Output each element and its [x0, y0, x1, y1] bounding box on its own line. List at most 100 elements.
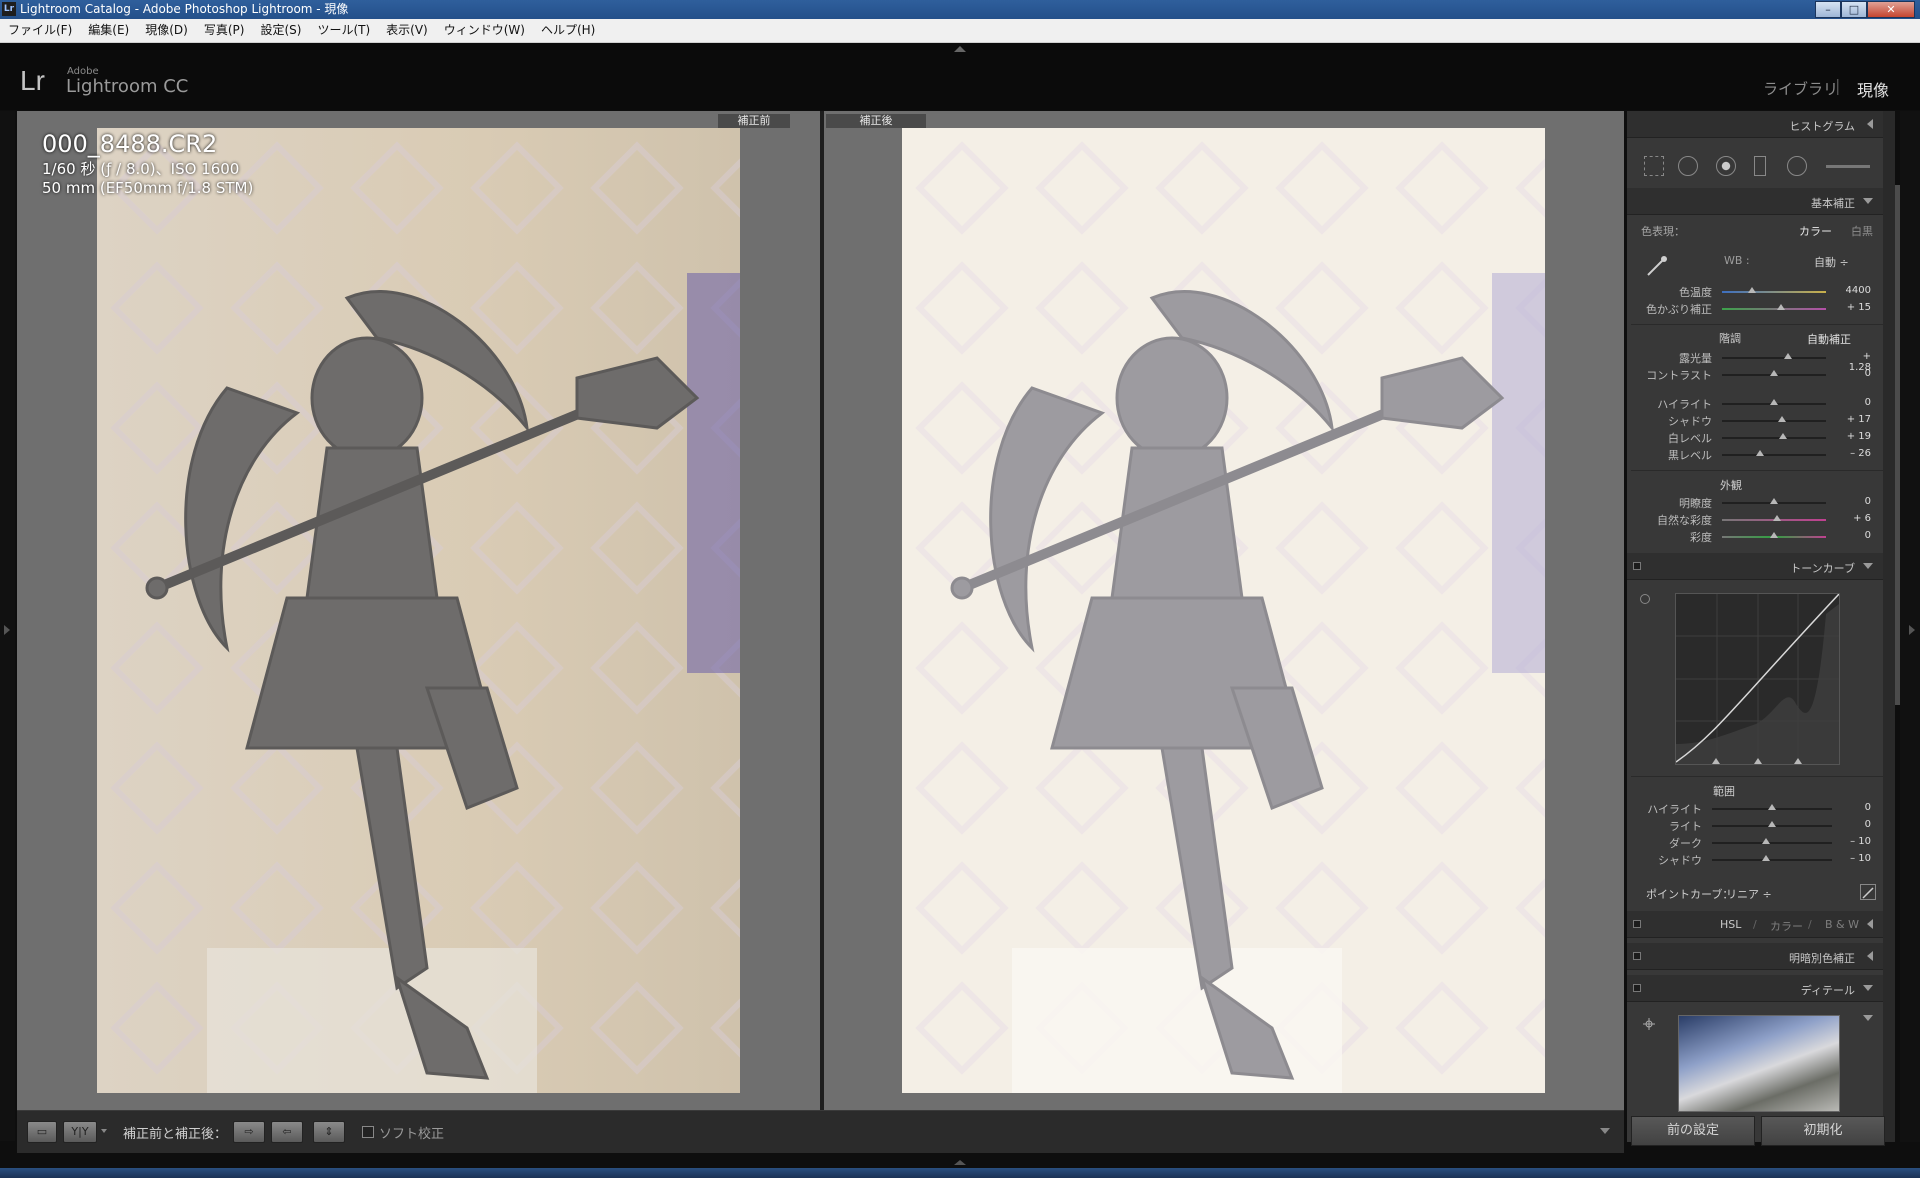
- menu-file[interactable]: ファイル(F): [0, 19, 80, 42]
- maximize-button[interactable]: □: [1841, 1, 1867, 18]
- module-library[interactable]: ライブラリ: [1763, 78, 1838, 99]
- radial-filter-icon[interactable]: [1787, 156, 1807, 176]
- top-panel-toggle-icon[interactable]: [954, 46, 966, 52]
- minimize-button[interactable]: –: [1815, 1, 1841, 18]
- right-panel-toggle-icon[interactable]: [1909, 625, 1915, 635]
- curve-shadows-slider-knob[interactable]: [1762, 855, 1770, 861]
- tint-slider[interactable]: [1722, 308, 1826, 310]
- temp-value[interactable]: 4400: [1839, 285, 1871, 296]
- before-after-view-button[interactable]: Y|Y: [63, 1121, 97, 1143]
- shadows-slider-knob[interactable]: [1778, 416, 1786, 422]
- right-panel-scrollbar[interactable]: [1883, 111, 1895, 1142]
- shadows-value[interactable]: + 17: [1839, 414, 1871, 425]
- whites-slider-knob[interactable]: [1779, 433, 1787, 439]
- temp-slider[interactable]: [1722, 291, 1826, 293]
- adjustment-brush-icon[interactable]: [1826, 165, 1870, 168]
- detail-preview-thumbnail[interactable]: [1678, 1015, 1840, 1112]
- menu-view[interactable]: 表示(V): [378, 19, 436, 42]
- menu-help[interactable]: ヘルプ(H): [533, 19, 603, 42]
- tone-curve-graph[interactable]: [1675, 593, 1840, 765]
- tint-slider-knob[interactable]: [1777, 304, 1785, 310]
- saturation-slider-knob[interactable]: [1770, 532, 1778, 538]
- point-curve-dropdown[interactable]: リニア ÷: [1726, 886, 1772, 902]
- curve-darks-slider[interactable]: [1712, 842, 1832, 844]
- detail-preview-toggle-icon[interactable]: [1863, 1015, 1873, 1021]
- split-toning-header[interactable]: 明暗別色補正: [1627, 943, 1883, 970]
- split-toning-switch[interactable]: [1633, 952, 1641, 960]
- curve-highlights-slider-knob[interactable]: [1768, 804, 1776, 810]
- tone-curve-header[interactable]: トーンカーブ: [1627, 553, 1883, 580]
- whites-value[interactable]: + 19: [1839, 431, 1871, 442]
- previous-settings-button[interactable]: 前の設定: [1631, 1116, 1755, 1146]
- curve-split-knob-3[interactable]: [1794, 758, 1802, 764]
- view-mode-dropdown-icon[interactable]: [101, 1129, 107, 1133]
- vibrance-slider-knob[interactable]: [1773, 515, 1781, 521]
- detail-target-icon[interactable]: [1643, 1015, 1655, 1030]
- blacks-value[interactable]: – 26: [1839, 448, 1871, 459]
- highlights-value[interactable]: 0: [1839, 397, 1871, 408]
- exposure-slider-knob[interactable]: [1784, 353, 1792, 359]
- menu-develop[interactable]: 現像(D): [137, 19, 196, 42]
- vibrance-value[interactable]: + 6: [1839, 513, 1871, 524]
- photo-after[interactable]: [902, 128, 1545, 1093]
- curve-shadows-slider[interactable]: [1712, 859, 1832, 861]
- contrast-value[interactable]: 0: [1839, 368, 1871, 379]
- histogram-header[interactable]: ヒストグラム: [1627, 111, 1883, 138]
- blacks-slider-knob[interactable]: [1756, 450, 1764, 456]
- module-develop[interactable]: 現像: [1857, 77, 1889, 101]
- clarity-slider-knob[interactable]: [1770, 498, 1778, 504]
- menu-edit[interactable]: 編集(E): [80, 19, 137, 42]
- wb-eyedropper-icon[interactable]: [1644, 253, 1670, 279]
- graduated-filter-icon[interactable]: [1754, 156, 1766, 176]
- hsl-header[interactable]: HSL / カラー / B & W: [1627, 911, 1883, 938]
- treatment-color-button[interactable]: カラー: [1799, 223, 1832, 239]
- left-panel-toggle-icon[interactable]: [4, 625, 10, 635]
- crop-icon[interactable]: [1644, 156, 1664, 176]
- curve-shadows-value[interactable]: – 10: [1839, 853, 1871, 864]
- color-tab[interactable]: カラー: [1770, 918, 1803, 934]
- curve-darks-value[interactable]: – 10: [1839, 836, 1871, 847]
- copy-before-to-after-button[interactable]: ⇨: [233, 1121, 265, 1143]
- auto-tone-button[interactable]: 自動補正: [1807, 331, 1851, 347]
- wb-preset-dropdown[interactable]: 自動 ÷: [1814, 254, 1849, 270]
- contrast-slider-knob[interactable]: [1770, 370, 1778, 376]
- curve-split-knob-1[interactable]: [1712, 758, 1720, 764]
- photo-before[interactable]: [97, 128, 740, 1093]
- curve-split-knob-2[interactable]: [1754, 758, 1762, 764]
- menu-tools[interactable]: ツール(T): [309, 19, 378, 42]
- curve-highlights-value[interactable]: 0: [1839, 802, 1871, 813]
- bw-tab[interactable]: B & W: [1825, 918, 1859, 931]
- soft-proof-checkbox[interactable]: [362, 1126, 374, 1138]
- red-eye-icon[interactable]: [1716, 156, 1736, 176]
- reset-button[interactable]: 初期化: [1761, 1116, 1885, 1146]
- tint-value[interactable]: + 15: [1839, 302, 1871, 313]
- toolbar-content-dropdown-icon[interactable]: [1600, 1128, 1610, 1134]
- copy-after-to-before-button[interactable]: ⇦: [271, 1121, 303, 1143]
- menu-settings[interactable]: 設定(S): [252, 19, 309, 42]
- clarity-value[interactable]: 0: [1839, 496, 1871, 507]
- whites-slider[interactable]: [1722, 437, 1826, 439]
- menu-photo[interactable]: 写真(P): [196, 19, 253, 42]
- targeted-adjustment-icon[interactable]: [1640, 594, 1650, 604]
- highlights-slider-knob[interactable]: [1770, 399, 1778, 405]
- basic-header[interactable]: 基本補正: [1627, 188, 1883, 215]
- swap-before-after-button[interactable]: ⇕: [313, 1121, 345, 1143]
- hsl-tab[interactable]: HSL: [1720, 918, 1741, 931]
- filmstrip-toggle-icon[interactable]: [954, 1160, 966, 1165]
- curve-lights-value[interactable]: 0: [1839, 819, 1871, 830]
- loupe-view-button[interactable]: ▭: [27, 1121, 57, 1143]
- temp-slider-knob[interactable]: [1748, 287, 1756, 293]
- shadows-slider[interactable]: [1722, 420, 1826, 422]
- tone-curve-switch[interactable]: [1633, 562, 1641, 570]
- detail-switch[interactable]: [1633, 984, 1641, 992]
- menu-window[interactable]: ウィンドウ(W): [436, 19, 533, 42]
- hsl-switch[interactable]: [1633, 920, 1641, 928]
- close-button[interactable]: ✕: [1867, 1, 1915, 18]
- point-curve-edit-icon[interactable]: [1860, 884, 1876, 900]
- spot-removal-icon[interactable]: [1678, 156, 1698, 176]
- curve-lights-slider-knob[interactable]: [1768, 821, 1776, 827]
- blacks-slider[interactable]: [1722, 454, 1826, 456]
- saturation-value[interactable]: 0: [1839, 530, 1871, 541]
- exposure-slider[interactable]: [1722, 357, 1826, 359]
- detail-header[interactable]: ディテール: [1627, 975, 1883, 1002]
